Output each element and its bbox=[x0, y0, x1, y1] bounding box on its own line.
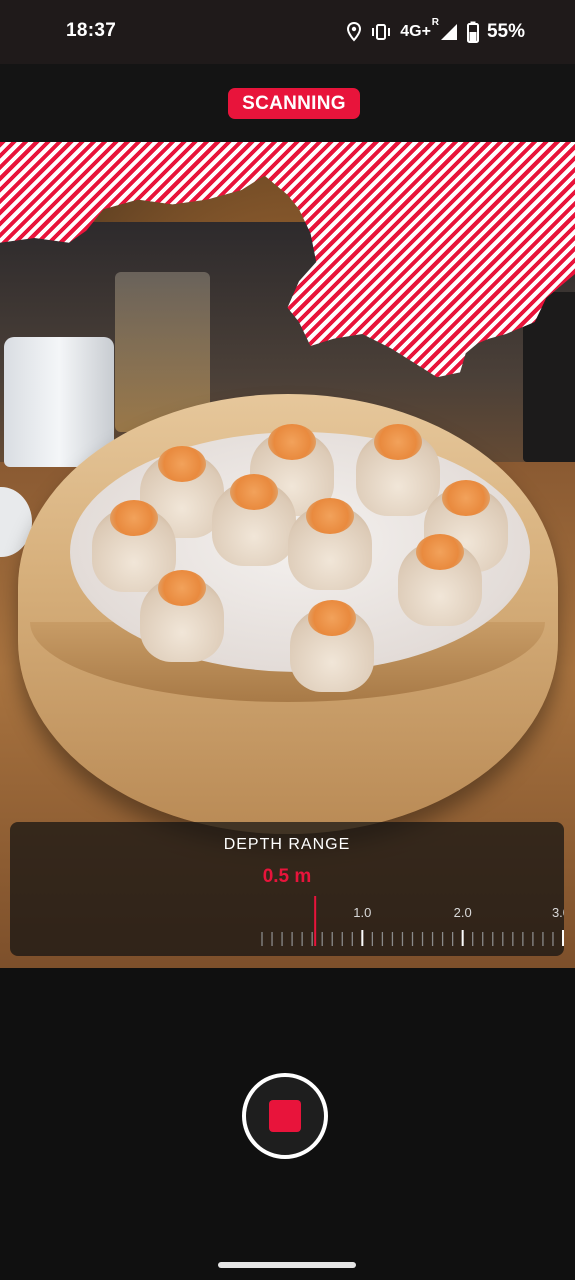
scanning-badge: SCANNING bbox=[228, 88, 360, 119]
ruler-tick-label: 2.0 bbox=[454, 905, 472, 920]
signal-icon bbox=[440, 24, 457, 40]
status-icons: 4G+ R 55% bbox=[346, 17, 525, 46]
paper-cup bbox=[4, 337, 114, 467]
depth-range-panel: DEPTH RANGE 0.5 m 1.0 2.0 3.0 bbox=[10, 822, 564, 956]
ruler-tick-label: 3.0 bbox=[552, 905, 564, 920]
home-indicator[interactable] bbox=[218, 1262, 356, 1268]
vibrate-icon bbox=[372, 24, 391, 40]
ruler-labels: 1.0 2.0 3.0 bbox=[353, 905, 564, 920]
depth-range-slider[interactable]: 1.0 2.0 3.0 bbox=[10, 892, 564, 952]
dumpling bbox=[398, 534, 482, 626]
dumpling bbox=[356, 424, 440, 516]
status-time: 18:37 bbox=[66, 20, 117, 41]
status-bar: 18:37 4G+ R 55% bbox=[0, 0, 575, 64]
network-type: 4G+ R bbox=[400, 17, 439, 40]
battery-percent: 55% bbox=[486, 21, 525, 42]
roaming-indicator: R bbox=[431, 17, 439, 28]
ruler-ticks bbox=[261, 930, 564, 946]
dumpling bbox=[288, 498, 372, 590]
stop-record-button[interactable] bbox=[242, 1073, 328, 1159]
dumpling bbox=[212, 474, 296, 566]
ruler-tick-label: 1.0 bbox=[353, 905, 371, 920]
location-icon bbox=[347, 22, 362, 42]
depth-range-value: 0.5 m bbox=[262, 866, 312, 887]
battery-icon bbox=[466, 21, 479, 43]
stop-icon bbox=[269, 1100, 301, 1132]
dumpling bbox=[290, 600, 374, 692]
depth-range-title: DEPTH RANGE bbox=[223, 836, 351, 853]
dumpling bbox=[140, 570, 224, 662]
